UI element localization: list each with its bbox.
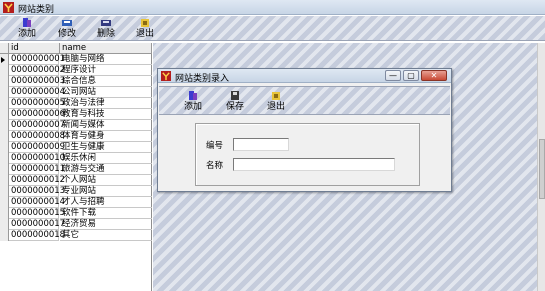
id-field[interactable] [233, 138, 289, 151]
exit-button-label: 退出 [135, 29, 154, 39]
cell-name: 经济贸易 [60, 219, 152, 230]
table-row[interactable]: 0000000018 其它 [9, 230, 152, 241]
entry-form-panel: 编号 名称 [195, 123, 420, 186]
row-indicator-column [0, 54, 9, 241]
id-field-label: 编号 [206, 141, 224, 151]
name-field[interactable] [233, 158, 395, 171]
dialog-exit-label: 退出 [266, 102, 285, 112]
table-row[interactable]: 0000000003 综合信息 [9, 76, 152, 87]
cell-name: 政治与法律 [60, 98, 152, 109]
cell-name: 娱乐休闲 [60, 153, 152, 164]
table-row[interactable]: 0000000006 教育与科技 [9, 109, 152, 120]
cell-name: 综合信息 [60, 76, 152, 87]
table-row[interactable]: 0000000015 软件下载 [9, 208, 152, 219]
cell-id: 0000000004 [9, 87, 66, 98]
dialog-exit-button[interactable]: 退出 [263, 91, 289, 113]
grid-corner [0, 43, 9, 54]
table-row[interactable]: 0000000007 新闻与媒体 [9, 120, 152, 131]
delete-button[interactable]: 删除 [93, 18, 119, 40]
cell-name: 公司网站 [60, 87, 152, 98]
table-row[interactable]: 0000000002 程序设计 [9, 65, 152, 76]
edit-icon [62, 20, 72, 26]
table-row[interactable]: 0000000017 经济贸易 [9, 219, 152, 230]
table-row[interactable]: 0000000005 政治与法律 [9, 98, 152, 109]
table-row[interactable]: 0000000004 公司网站 [9, 87, 152, 98]
add-icon [23, 18, 31, 27]
table-row[interactable]: 0000000010 娱乐休闲 [9, 153, 152, 164]
cell-name: 教育与科技 [60, 109, 152, 120]
maximize-button[interactable]: ▢ [403, 70, 419, 81]
cell-name: 其它 [60, 230, 152, 241]
cell-name: 才人与招聘 [60, 197, 152, 208]
dialog-toolbar: 添加 保存 退出 [159, 86, 450, 115]
current-row-pointer-icon [1, 57, 5, 63]
window-title: 网站类别 [18, 5, 55, 15]
edit-button-label: 修改 [57, 29, 76, 39]
cell-id: 0000000011 [9, 164, 66, 175]
add-icon [189, 91, 197, 100]
table-row[interactable]: 0000000001 电脑与网络 [9, 54, 152, 65]
app-logo-icon [161, 71, 171, 81]
cell-name: 程序设计 [60, 65, 152, 76]
table-row[interactable]: 0000000009 卫生与健康 [9, 142, 152, 153]
category-grid[interactable]: id name 0000000001 电脑与网络 0000000002 程序设计 0… [0, 43, 152, 291]
dialog-title: 网站类别录入 [175, 74, 230, 84]
cell-id: 0000000017 [9, 219, 66, 230]
cell-name: 专业网站 [60, 186, 152, 197]
cell-name: 卫生与健康 [60, 142, 152, 153]
cell-id: 0000000015 [9, 208, 66, 219]
cell-id: 0000000006 [9, 109, 66, 120]
cell-name: 旅游与交通 [60, 164, 152, 175]
column-header-name[interactable]: name [60, 43, 152, 54]
cell-id: 0000000002 [9, 65, 66, 76]
cell-name: 个人网站 [60, 175, 152, 186]
cell-id: 0000000007 [9, 120, 66, 131]
category-entry-dialog: 网站类别录入 — ▢ ✕ 添加 保存 退出 编号 名称 [157, 68, 452, 192]
dialog-add-label: 添加 [183, 102, 202, 112]
cell-name: 体育与健身 [60, 131, 152, 142]
cell-id: 0000000003 [9, 76, 66, 87]
cell-name: 电脑与网络 [60, 54, 152, 65]
cell-id: 0000000018 [9, 230, 66, 241]
name-field-label: 名称 [206, 161, 224, 171]
cell-id: 0000000001 [9, 54, 66, 65]
cell-id: 0000000010 [9, 153, 66, 164]
cell-id: 0000000008 [9, 131, 66, 142]
close-button[interactable]: ✕ [421, 70, 447, 81]
scrollbar-thumb[interactable] [539, 139, 545, 199]
cell-id: 0000000005 [9, 98, 66, 109]
table-row[interactable]: 0000000011 旅游与交通 [9, 164, 152, 175]
cell-id: 0000000009 [9, 142, 66, 153]
dialog-add-button[interactable]: 添加 [180, 91, 206, 113]
add-button[interactable]: 添加 [14, 18, 40, 40]
cell-name: 新闻与媒体 [60, 120, 152, 131]
cell-id: 0000000012 [9, 175, 66, 186]
save-icon [231, 91, 239, 100]
add-button-label: 添加 [17, 29, 36, 39]
dialog-save-button[interactable]: 保存 [222, 91, 248, 113]
delete-icon [101, 20, 111, 26]
cell-id: 0000000014 [9, 197, 66, 208]
edit-button[interactable]: 修改 [54, 18, 80, 40]
table-row[interactable]: 0000000008 体育与健身 [9, 131, 152, 142]
main-title-bar: 网站类别 [0, 0, 545, 15]
main-toolbar: 添加 修改 删除 退出 [0, 16, 545, 41]
dialog-save-label: 保存 [225, 102, 244, 112]
cell-id: 0000000013 [9, 186, 66, 197]
table-row[interactable]: 0000000012 个人网站 [9, 175, 152, 186]
dialog-title-bar: 网站类别录入 — ▢ ✕ [158, 69, 451, 84]
minimize-button[interactable]: — [385, 70, 401, 81]
app-logo-icon [3, 2, 14, 13]
delete-button-label: 删除 [96, 29, 115, 39]
vertical-scrollbar[interactable] [537, 43, 545, 291]
cell-name: 软件下载 [60, 208, 152, 219]
exit-icon [141, 19, 149, 27]
exit-button[interactable]: 退出 [132, 18, 158, 40]
column-header-id[interactable]: id [9, 43, 60, 54]
table-row[interactable]: 0000000014 才人与招聘 [9, 197, 152, 208]
table-row[interactable]: 0000000013 专业网站 [9, 186, 152, 197]
exit-icon [272, 92, 280, 100]
